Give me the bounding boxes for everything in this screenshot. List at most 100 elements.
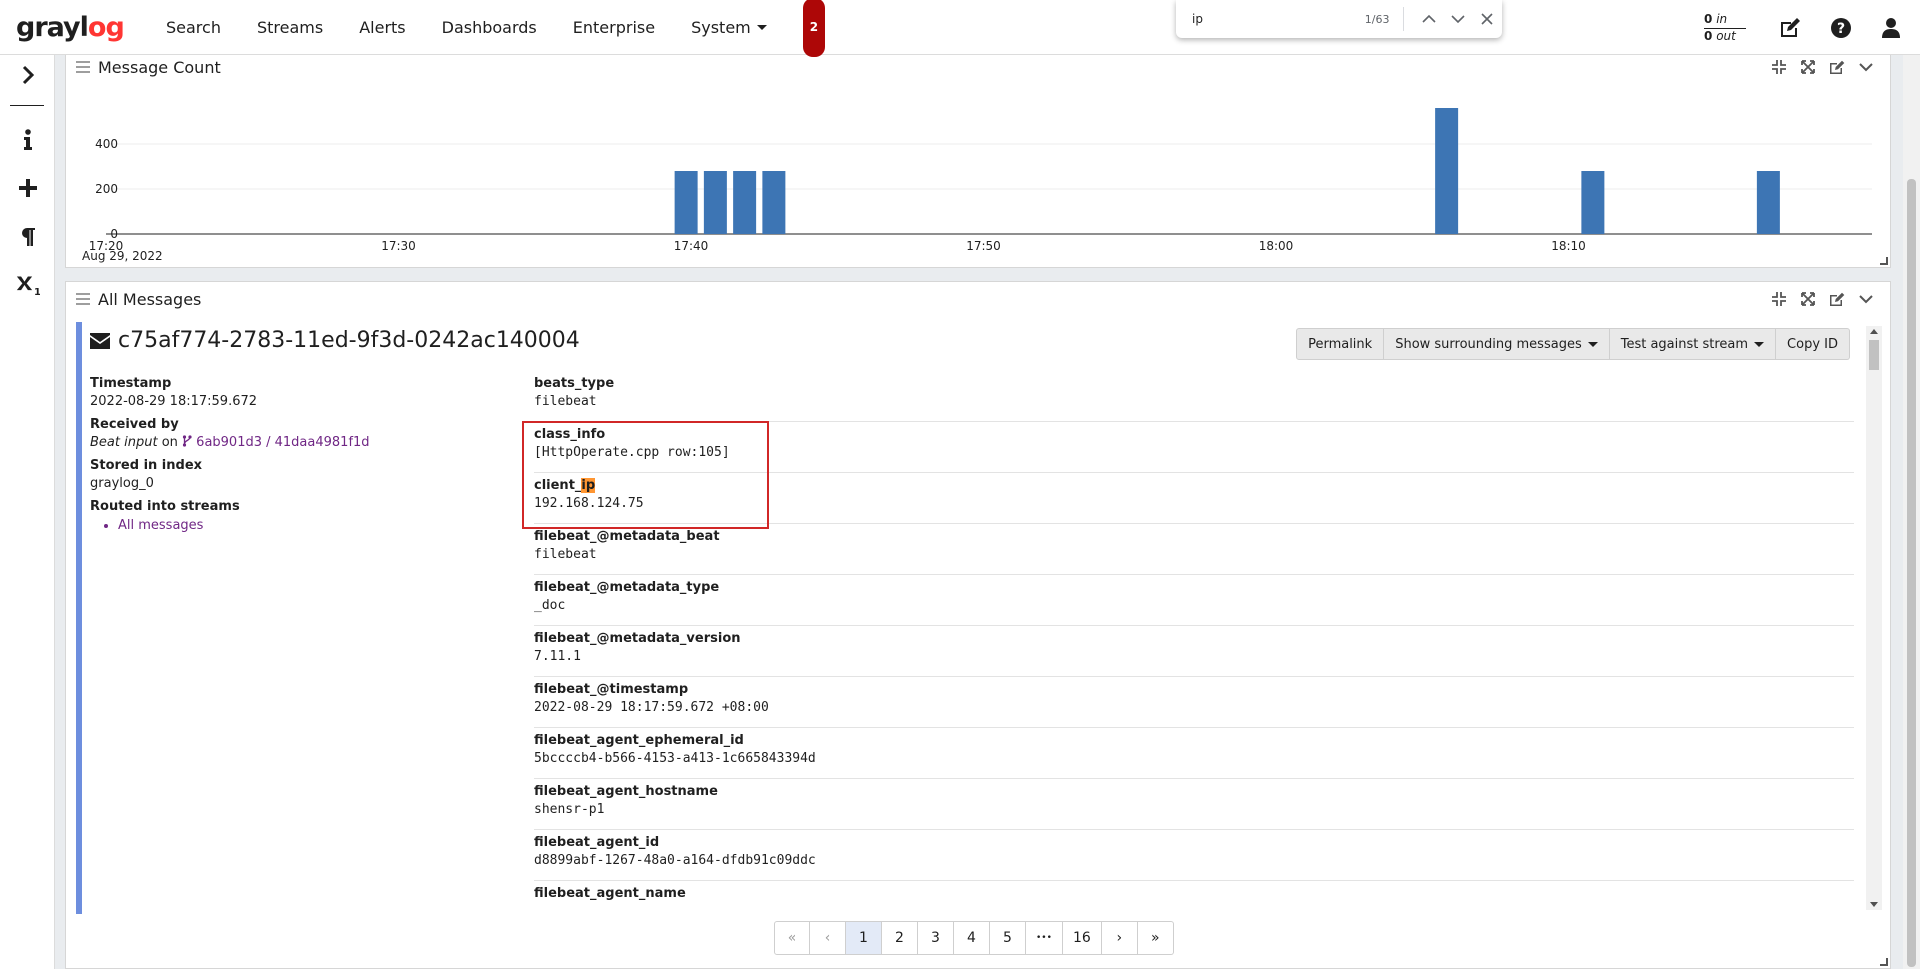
- field-name[interactable]: filebeat_agent_id: [534, 835, 1854, 850]
- message-fields: beats_type filebeat class_info [HttpOper…: [534, 376, 1854, 914]
- chart-bar[interactable]: [703, 171, 727, 234]
- page-2-button[interactable]: 2: [882, 921, 918, 955]
- field-value: filebeat: [534, 394, 597, 409]
- stream-link[interactable]: All messages: [118, 518, 510, 533]
- chevron-down-icon[interactable]: [1851, 290, 1880, 308]
- throughput-indicator[interactable]: 0 in 0 out: [1704, 12, 1746, 44]
- chevron-down-icon: [1451, 15, 1465, 24]
- chart-bar[interactable]: [1435, 108, 1459, 234]
- compress-icon[interactable]: [1764, 290, 1793, 308]
- page-16-button[interactable]: 16: [1062, 921, 1102, 955]
- nav-search[interactable]: Search: [148, 0, 239, 57]
- nav-alerts[interactable]: Alerts: [341, 0, 423, 57]
- find-next-button[interactable]: [1444, 3, 1473, 35]
- expand-icon[interactable]: [1793, 290, 1822, 308]
- page-1-button[interactable]: 1: [846, 921, 882, 955]
- sidebar-info-button[interactable]: [0, 120, 55, 160]
- chevron-down-icon[interactable]: [1851, 58, 1880, 76]
- field-value: filebeat: [534, 547, 597, 562]
- caret-down-icon: [756, 24, 767, 30]
- sidebar-create-button[interactable]: [0, 168, 55, 208]
- compress-icon[interactable]: [1764, 58, 1793, 76]
- field-name[interactable]: filebeat_@metadata_version: [534, 631, 1854, 646]
- field-row: filebeat_agent_ephemeral_id 5bccccb4-b56…: [534, 728, 1854, 779]
- caret-down-icon: [1754, 341, 1765, 347]
- resize-handle-icon[interactable]: [1880, 958, 1888, 966]
- page-scrollbar[interactable]: [1903, 55, 1920, 969]
- find-previous-button[interactable]: [1414, 3, 1443, 35]
- field-name[interactable]: filebeat_agent_name: [534, 886, 1854, 901]
- envelope-icon: [90, 332, 110, 349]
- field-name[interactable]: client_ip: [534, 478, 1854, 493]
- page-first-button[interactable]: «: [774, 921, 810, 955]
- page-3-button[interactable]: 3: [918, 921, 954, 955]
- received-node-link[interactable]: 6ab901d3 / 41daa4981f1d: [196, 435, 369, 450]
- chart-bar[interactable]: [733, 171, 757, 234]
- chart-bar[interactable]: [674, 171, 698, 234]
- drag-handle-icon[interactable]: [76, 293, 90, 305]
- field-name[interactable]: filebeat_@metadata_beat: [534, 529, 1854, 544]
- nav-enterprise[interactable]: Enterprise: [555, 0, 673, 57]
- page-last-button[interactable]: »: [1137, 921, 1174, 955]
- sidebar-format-button[interactable]: [0, 217, 55, 257]
- field-value: 5bccccb4-b566-4153-a413-1c665843394d: [534, 751, 816, 766]
- field-name[interactable]: filebeat_@timestamp: [534, 682, 1854, 697]
- expand-icon[interactable]: [1793, 58, 1822, 76]
- page-prev-button[interactable]: ‹: [810, 921, 846, 955]
- message-count-chart: 0200400 17:20 17:30 17:40 17:50 18:00 18:10 A…: [82, 108, 1872, 263]
- scrollbar-thumb[interactable]: [1869, 340, 1879, 370]
- field-name[interactable]: filebeat_agent_hostname: [534, 784, 1854, 799]
- resize-handle-icon[interactable]: [1880, 257, 1888, 265]
- copy-id-button[interactable]: Copy ID: [1776, 328, 1850, 360]
- throughput-out-label: out: [1716, 28, 1736, 43]
- page-ellipsis[interactable]: •••: [1026, 921, 1063, 955]
- chart-bar[interactable]: [1756, 171, 1780, 234]
- x-tick-labels: 17:20 17:30 17:40 17:50 18:00 18:10: [89, 239, 1586, 253]
- page-next-button[interactable]: ›: [1101, 921, 1138, 955]
- received-input: Beat input: [90, 435, 158, 450]
- field-row: beats_type filebeat: [534, 376, 1854, 422]
- svg-text:?: ?: [1837, 21, 1845, 37]
- graylog-logo[interactable]: graylog: [16, 11, 125, 43]
- notification-badge: 2: [802, 0, 826, 57]
- field-name[interactable]: filebeat_@metadata_type: [534, 580, 1854, 595]
- find-close-button[interactable]: [1473, 3, 1502, 35]
- message-detail: c75af774-2783-11ed-9f3d-0242ac140004 Per…: [76, 322, 1872, 914]
- scroll-up-icon[interactable]: [1870, 329, 1878, 334]
- page-scrollbar-thumb[interactable]: [1907, 179, 1916, 967]
- page-5-button[interactable]: 5: [990, 921, 1026, 955]
- drag-handle-icon[interactable]: [76, 61, 90, 73]
- help-icon[interactable]: ?: [1826, 13, 1856, 43]
- scroll-down-icon[interactable]: [1870, 902, 1878, 907]
- nav-system-dropdown[interactable]: System: [673, 0, 785, 57]
- notifications-link[interactable]: 2: [785, 0, 826, 57]
- test-against-stream-label: Test against stream: [1620, 336, 1749, 352]
- field-name[interactable]: beats_type: [534, 376, 1854, 391]
- scratchpad-edit-icon[interactable]: [1776, 13, 1806, 43]
- field-name[interactable]: filebeat_agent_ephemeral_id: [534, 733, 1854, 748]
- messages-scrollbar[interactable]: [1866, 326, 1882, 910]
- find-input[interactable]: [1192, 12, 1342, 26]
- message-actions: Permalink Show surrounding messages Test…: [1296, 328, 1850, 360]
- sidebar-expand-button[interactable]: [0, 55, 55, 95]
- page-4-button[interactable]: 4: [954, 921, 990, 955]
- caret-down-icon: [1587, 341, 1598, 347]
- stored-index-label: Stored in index: [90, 458, 203, 473]
- chart-bar[interactable]: [1581, 171, 1605, 234]
- show-surrounding-dropdown[interactable]: Show surrounding messages: [1384, 328, 1610, 360]
- user-icon[interactable]: [1876, 13, 1906, 43]
- edit-icon[interactable]: [1822, 290, 1851, 308]
- message-id: c75af774-2783-11ed-9f3d-0242ac140004: [118, 328, 580, 353]
- edit-icon[interactable]: [1822, 58, 1851, 76]
- chart-bar[interactable]: [762, 171, 786, 234]
- field-name[interactable]: class_info: [534, 427, 1854, 442]
- nav-dashboards[interactable]: Dashboards: [424, 0, 555, 57]
- close-icon: [1481, 13, 1493, 25]
- field-value: d8899abf-1267-48a0-a164-dfdb91c09ddc: [534, 853, 816, 868]
- test-against-stream-dropdown[interactable]: Test against stream: [1609, 328, 1777, 360]
- sidebar-parameters-button[interactable]: 1: [0, 265, 55, 305]
- routed-streams-label: Routed into streams: [90, 499, 240, 514]
- nav-streams[interactable]: Streams: [239, 0, 341, 57]
- x-tick-label: 18:10: [1551, 239, 1586, 253]
- permalink-button[interactable]: Permalink: [1296, 328, 1385, 360]
